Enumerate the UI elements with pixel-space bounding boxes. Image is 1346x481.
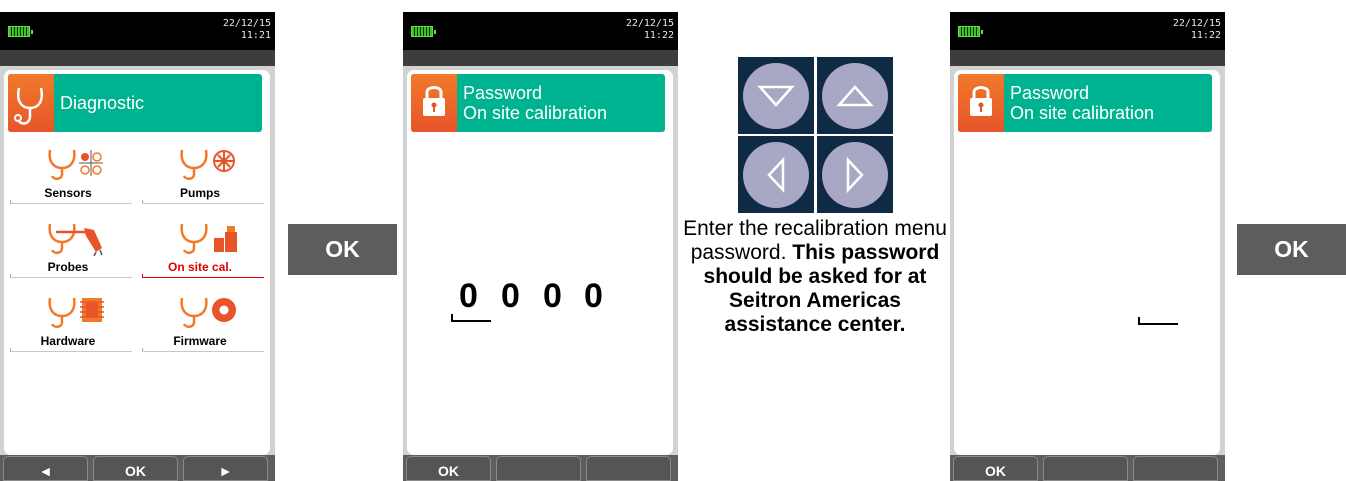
firmware-icon <box>178 294 238 330</box>
sensors-icon <box>46 146 106 182</box>
status-date: 22/12/15 <box>625 18 674 29</box>
battery-icon <box>411 26 436 37</box>
softkey-bar: OK <box>403 455 678 481</box>
page-title: Diagnostic <box>60 93 145 113</box>
title-bar: Diagnostic <box>8 74 262 132</box>
menu-item-label: Probes <box>47 260 89 274</box>
status-bar: 22/12/15 11:22 <box>403 12 678 50</box>
ok-key-label: OK <box>288 224 397 275</box>
password-digit-2[interactable]: 0 <box>501 277 520 316</box>
pumps-icon <box>178 146 238 182</box>
nav-down-key[interactable] <box>738 57 814 134</box>
screen-area: Diagnostic Sensors Pumps Probes On site … <box>4 70 270 455</box>
softkey-blank-button[interactable] <box>1133 456 1218 481</box>
device-screen-password-entered: 22/12/15 11:22 Password On site calibrat… <box>950 12 1225 481</box>
nav-up-key[interactable] <box>817 57 893 134</box>
status-date: 22/12/15 <box>222 18 271 29</box>
softkey-blank-button[interactable] <box>586 456 671 481</box>
arrow-up-icon <box>822 63 888 129</box>
menu-item-probes[interactable]: Probes <box>10 216 132 282</box>
probes-icon <box>46 220 106 257</box>
divider <box>10 351 132 352</box>
nav-right-key[interactable] <box>817 136 893 213</box>
lock-icon <box>411 74 457 132</box>
menu-item-label: Sensors <box>44 186 92 200</box>
softkey-blank-button[interactable] <box>1043 456 1128 481</box>
softkey-left-button[interactable]: ◄ <box>3 456 88 481</box>
navigation-pad <box>738 57 893 213</box>
cursor-tick <box>451 314 453 321</box>
password-digit-1[interactable]: 0 <box>459 277 478 316</box>
status-bar: 22/12/15 11:21 <box>0 12 275 50</box>
softkey-ok-button[interactable]: OK <box>953 456 1038 481</box>
status-bar: 22/12/15 11:22 <box>950 12 1225 50</box>
title-line-1: Password <box>463 83 543 103</box>
softkey-ok-button[interactable]: OK <box>93 456 178 481</box>
on-site-cal-icon <box>178 220 238 256</box>
softkey-bar: ◄ OK ► <box>0 455 275 481</box>
battery-icon <box>958 26 983 37</box>
password-digit-3[interactable]: 0 <box>543 277 562 316</box>
nav-left-key[interactable] <box>738 136 814 213</box>
screen-area: Password On site calibration <box>954 70 1220 455</box>
header-strip <box>0 50 275 66</box>
header-strip <box>403 50 678 66</box>
arrow-left-icon <box>743 142 809 208</box>
stethoscope-icon <box>8 74 54 132</box>
battery-icon <box>8 26 33 37</box>
status-time: 11:22 <box>1190 30 1221 41</box>
menu-item-label: Pumps <box>179 186 220 200</box>
divider <box>10 203 132 204</box>
arrow-down-icon <box>743 63 809 129</box>
softkey-right-button[interactable]: ► <box>183 456 268 481</box>
cursor-underline <box>451 320 491 322</box>
menu-item-label: Hardware <box>40 334 96 348</box>
selection-underline <box>142 277 264 278</box>
header-strip <box>950 50 1225 66</box>
status-date: 22/12/15 <box>1172 18 1221 29</box>
device-screen-diagnostic: 22/12/15 11:21 Diagnostic Sensors Pumps … <box>0 12 275 481</box>
divider <box>142 351 264 352</box>
title-bar: Password On site calibration <box>958 74 1212 132</box>
cursor-underline <box>1138 323 1178 325</box>
status-time: 11:21 <box>240 30 271 41</box>
divider <box>142 203 264 204</box>
status-time: 11:22 <box>643 30 674 41</box>
title-bar: Password On site calibration <box>411 74 665 132</box>
cursor-tick <box>1138 317 1140 324</box>
arrow-right-icon <box>822 142 888 208</box>
title-line-1: Password <box>1010 83 1090 103</box>
title-line-2: On site calibration <box>1010 103 1155 123</box>
instruction-text: Enter the recalibration menu password. T… <box>679 217 951 337</box>
menu-item-label: On site cal. <box>167 260 233 274</box>
menu-item-firmware[interactable]: Firmware <box>142 290 264 356</box>
menu-item-on-site-cal[interactable]: On site cal. <box>142 216 264 282</box>
menu-item-pumps[interactable]: Pumps <box>142 142 264 208</box>
hardware-icon <box>46 294 106 330</box>
ok-key-label: OK <box>1237 224 1346 275</box>
softkey-blank-button[interactable] <box>496 456 581 481</box>
menu-item-sensors[interactable]: Sensors <box>10 142 132 208</box>
menu-item-hardware[interactable]: Hardware <box>10 290 132 356</box>
divider <box>10 277 132 278</box>
screen-area: Password On site calibration <box>407 70 673 455</box>
password-digit-4[interactable]: 0 <box>584 277 603 316</box>
menu-item-label: Firmware <box>173 334 227 348</box>
softkey-ok-button[interactable]: OK <box>406 456 491 481</box>
lock-icon <box>958 74 1004 132</box>
softkey-bar: OK <box>950 455 1225 481</box>
device-screen-password: 22/12/15 11:22 Password On site calibrat… <box>403 12 678 481</box>
title-line-2: On site calibration <box>463 103 608 123</box>
